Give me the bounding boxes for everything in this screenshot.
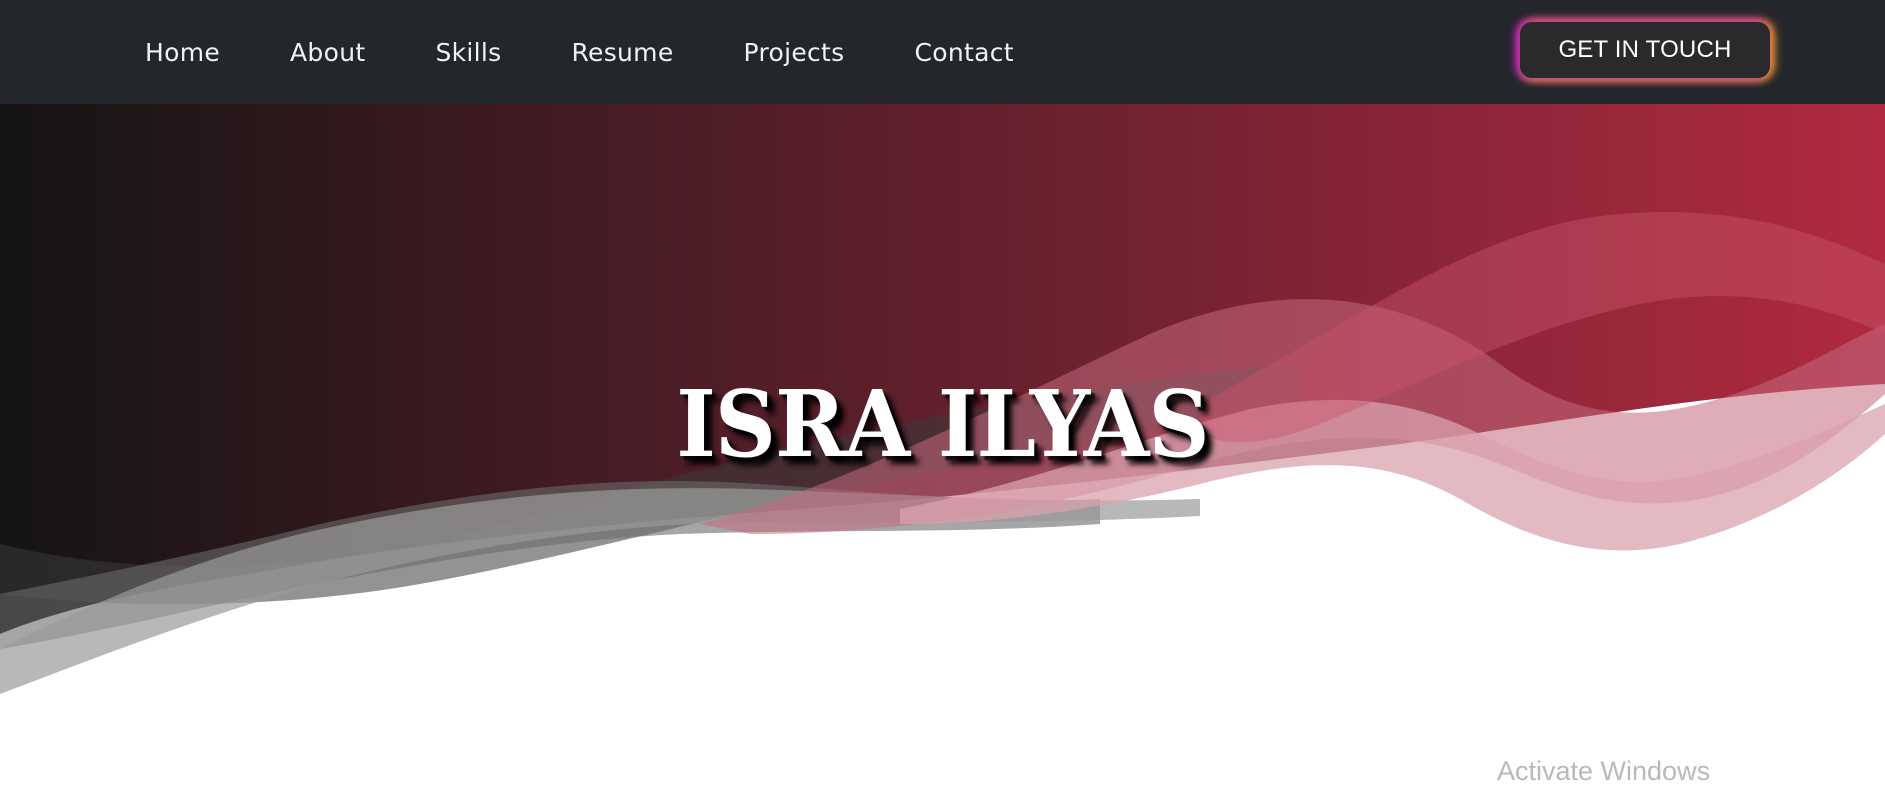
hero-section: ISRA ILYAS xyxy=(0,104,1885,778)
hero-title: ISRA ILYAS xyxy=(676,370,1209,478)
nav-links: Home About Skills Resume Projects Contac… xyxy=(145,0,1084,104)
nav-link-skills[interactable]: Skills xyxy=(435,38,501,67)
nav-link-about[interactable]: About xyxy=(290,38,365,67)
get-in-touch-button[interactable]: GET IN TOUCH xyxy=(1520,22,1770,78)
activate-windows-watermark: Activate Windows xyxy=(1497,756,1711,786)
navbar: Home About Skills Resume Projects Contac… xyxy=(0,0,1885,104)
nav-link-home[interactable]: Home xyxy=(145,38,220,67)
nav-link-contact[interactable]: Contact xyxy=(914,38,1013,67)
nav-link-projects[interactable]: Projects xyxy=(744,38,845,67)
nav-link-resume[interactable]: Resume xyxy=(571,38,673,67)
